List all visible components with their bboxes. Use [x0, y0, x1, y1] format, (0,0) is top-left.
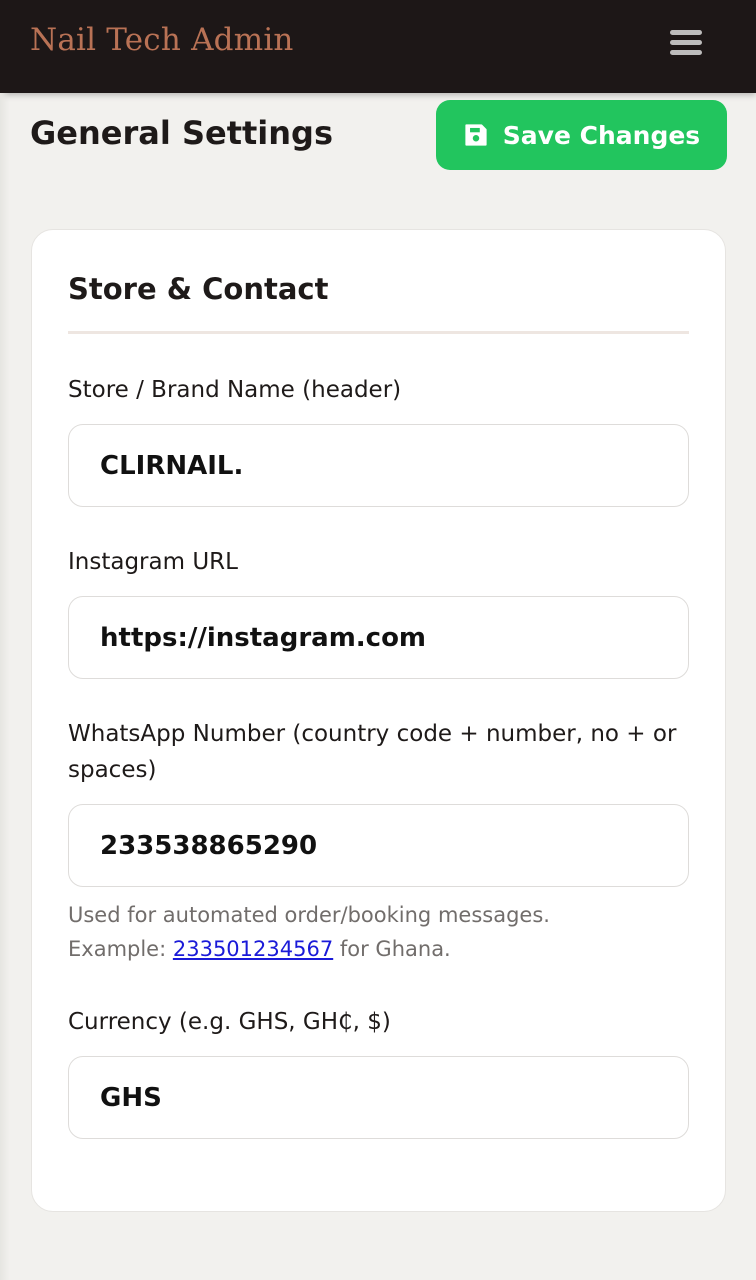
- top-nav-bar: Nail Tech Admin: [0, 0, 756, 93]
- app-title[interactable]: Nail Tech Admin: [30, 22, 294, 58]
- hamburger-menu-icon[interactable]: [664, 22, 708, 62]
- save-changes-button[interactable]: Save Changes: [436, 100, 727, 170]
- floppy-disk-icon: [463, 122, 489, 148]
- help-example-suffix: for Ghana.: [333, 937, 451, 961]
- help-example-prefix: Example:: [68, 937, 173, 961]
- save-changes-label: Save Changes: [502, 120, 701, 150]
- menu-bar-line: [670, 49, 702, 55]
- whatsapp-number-input[interactable]: [68, 804, 689, 887]
- brand-name-input[interactable]: [68, 424, 689, 507]
- instagram-url-input[interactable]: [68, 596, 689, 679]
- store-contact-card: Store & Contact Store / Brand Name (head…: [31, 229, 726, 1212]
- section-divider: [68, 331, 689, 334]
- instagram-url-label: Instagram URL: [68, 549, 238, 575]
- section-title: Store & Contact: [68, 272, 329, 306]
- brand-name-label: Store / Brand Name (header): [68, 377, 402, 403]
- sidebar-edge-shadow: [0, 93, 10, 1280]
- whatsapp-help-text: Used for automated order/booking message…: [68, 898, 689, 966]
- example-number-link[interactable]: 233501234567: [173, 937, 333, 961]
- menu-bar-line: [670, 29, 702, 35]
- currency-label: Currency (e.g. GHS, GH₵, $): [68, 1009, 391, 1035]
- whatsapp-number-label: WhatsApp Number (country code + number, …: [68, 721, 677, 783]
- menu-bar-line: [670, 39, 702, 45]
- help-line-1: Used for automated order/booking message…: [68, 903, 550, 927]
- currency-input[interactable]: [68, 1056, 689, 1139]
- page-title: General Settings: [30, 114, 333, 152]
